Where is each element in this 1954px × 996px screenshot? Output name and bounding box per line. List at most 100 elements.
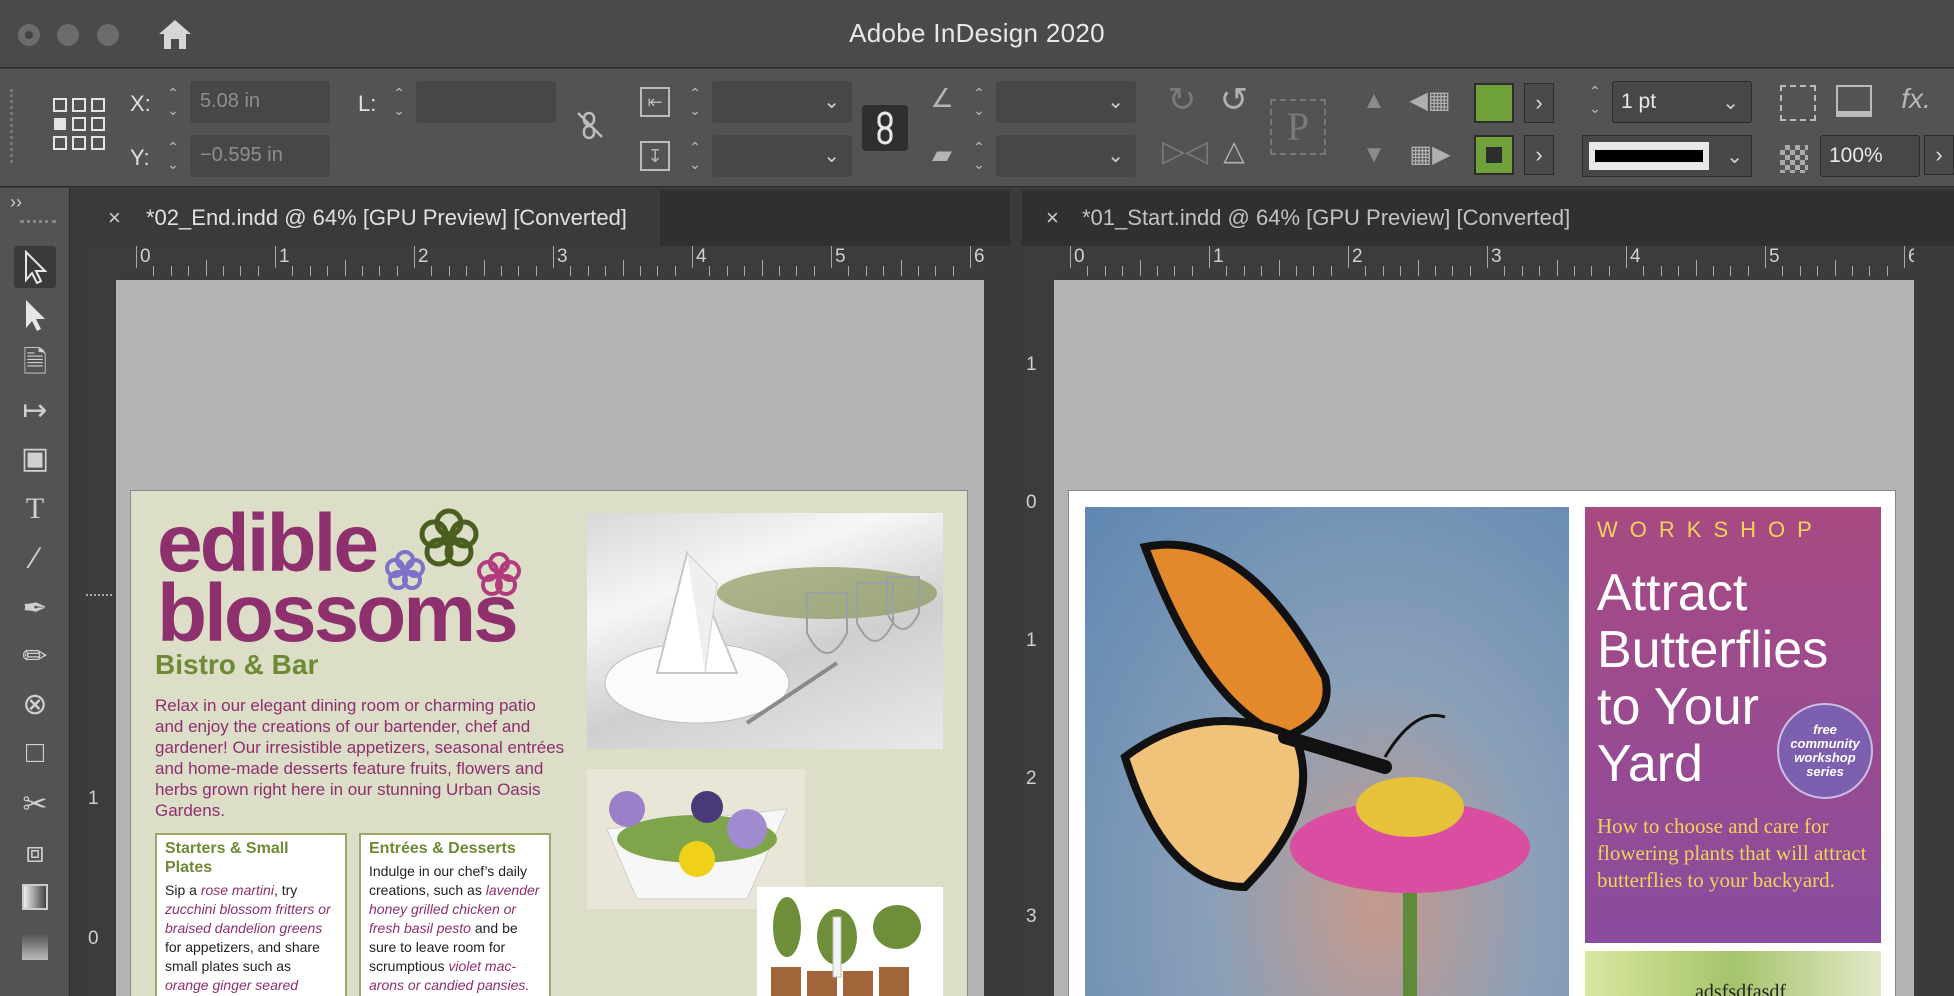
rotation-stepper[interactable]: ⌃ ⌄ — [968, 85, 990, 123]
type-tool-icon[interactable]: T — [14, 488, 56, 530]
select-container-icon[interactable]: ▲ — [1356, 89, 1392, 113]
workshop-subhead: How to choose and care for flowering pla… — [1597, 814, 1867, 892]
free-transform-tool-icon[interactable]: ⧈ — [14, 832, 56, 874]
tab-02-end[interactable]: × *02_End.indd @ 64% [GPU Preview] [Conv… — [84, 190, 660, 246]
gradient-swatch-tool-icon[interactable] — [14, 880, 56, 922]
width-dropdown[interactable]: ⌄ — [712, 81, 852, 123]
tab-01-start[interactable]: × *01_Start.indd @ 64% [GPU Preview] [Co… — [1022, 190, 1606, 246]
herb-plants-photo — [757, 887, 943, 996]
ruler-label: 2 — [1352, 246, 1363, 267]
select-next-object-icon[interactable]: ▦▶ — [1408, 143, 1452, 167]
link-icon[interactable] — [862, 105, 908, 151]
ruler-minor-tick — [1104, 266, 1106, 276]
collapse-panel-icon[interactable]: ›› — [10, 192, 22, 213]
stroke-weight-stepper[interactable]: ⌃ ⌄ — [1584, 83, 1606, 121]
x-stepper[interactable]: ⌃ ⌄ — [162, 85, 184, 123]
vertical-ruler-left[interactable]: 1 0 — [84, 276, 114, 996]
height-icon: ↧ — [640, 141, 670, 171]
ruler-minor-tick — [518, 266, 520, 276]
rotate-counterclockwise-icon[interactable]: ↺ — [1214, 83, 1254, 117]
pen-tool-icon[interactable]: ✒ — [14, 588, 56, 630]
rotation-angle-icon: ∠ — [930, 83, 954, 113]
close-icon[interactable]: × — [1046, 205, 1059, 231]
fill-options-button[interactable]: › — [1524, 83, 1554, 123]
grip-handle[interactable] — [20, 220, 56, 224]
shear-dropdown[interactable]: ⌄ — [996, 135, 1136, 177]
ruler-minor-tick — [1643, 266, 1645, 276]
ruler-minor-tick — [1573, 266, 1575, 276]
ruler-minor-tick — [848, 266, 850, 276]
horizontal-ruler-right[interactable]: 0123456 — [1022, 246, 1936, 276]
page-tool-icon[interactable]: 🗎 — [14, 342, 56, 384]
line-tool-icon[interactable]: ∕ — [14, 538, 56, 580]
ruler-minor-tick — [292, 266, 294, 276]
ruler-minor-tick — [535, 266, 537, 276]
starters-highlight: orange ginger seared scallops or chive f… — [165, 977, 299, 993]
intro-paragraph: Relax in our elegant dining room or char… — [155, 696, 565, 820]
restaurant-subtitle: Bistro & Bar — [155, 649, 319, 680]
content-collector-tool-icon[interactable]: ▣ — [14, 438, 56, 480]
y-field[interactable]: −0.595 in — [190, 135, 330, 177]
ruler-label: 5 — [835, 246, 846, 267]
split-divider[interactable] — [984, 246, 1022, 996]
starters-text: , try — [273, 882, 298, 898]
x-field[interactable]: 5.08 in — [190, 81, 330, 123]
height-dropdown[interactable]: ⌄ — [712, 135, 852, 177]
ruler-minor-tick — [883, 266, 885, 276]
height-stepper[interactable]: ⌃ ⌄ — [684, 139, 706, 177]
gradient-feather-tool-icon[interactable] — [14, 930, 56, 972]
photo-caption: adsfsdfasdf — [1695, 981, 1787, 996]
rotate-clockwise-icon[interactable]: ↻ — [1162, 83, 1202, 117]
fill-swatch[interactable] — [1474, 83, 1514, 123]
chevron-down-icon: ⌄ — [1107, 145, 1124, 167]
ruler-minor-tick — [587, 266, 589, 276]
stroke-type-dropdown[interactable]: ⌄ — [1582, 135, 1752, 177]
l-stepper[interactable]: ⌃ ⌄ — [388, 85, 410, 123]
ruler-minor-tick — [935, 266, 937, 276]
starters-text: Sip a — [165, 882, 201, 898]
l-field[interactable] — [416, 81, 556, 123]
pencil-tool-icon[interactable]: ✏ — [14, 636, 56, 678]
drop-shadow-icon[interactable] — [1836, 85, 1872, 117]
flip-vertical-icon[interactable]: △ — [1214, 137, 1254, 165]
select-previous-object-icon[interactable]: ◀▦ — [1408, 89, 1452, 113]
selection-tool-icon[interactable] — [14, 246, 56, 288]
close-icon[interactable]: × — [108, 205, 121, 231]
horizontal-ruler-left[interactable]: 0 1 2 3 4 5 6 — [84, 246, 984, 276]
y-stepper[interactable]: ⌃ ⌄ — [162, 139, 184, 177]
x-label: X: — [130, 91, 151, 116]
reference-point-icon[interactable] — [52, 97, 106, 151]
effects-fx-icon[interactable]: fx. — [1896, 85, 1936, 113]
width-stepper[interactable]: ⌃ ⌄ — [684, 85, 706, 123]
headline-line: Attract — [1597, 564, 1748, 622]
stroke-swatch[interactable] — [1474, 135, 1514, 175]
stroke-weight-dropdown[interactable]: 1 pt ⌄ — [1612, 81, 1752, 123]
grip-handle[interactable] — [10, 89, 14, 163]
vertical-ruler-right[interactable]: 1 0 1 2 3 — [1022, 276, 1052, 996]
rectangle-frame-tool-icon[interactable]: ⊗ — [14, 684, 56, 726]
chevron-down-icon: ⌄ — [823, 145, 840, 167]
ruler-minor-tick — [796, 266, 798, 276]
direct-selection-tool-icon[interactable] — [14, 294, 56, 336]
ruler-minor-tick — [466, 266, 468, 276]
rotation-dropdown[interactable]: ⌄ — [996, 81, 1136, 123]
scissors-tool-icon[interactable]: ✂ — [14, 784, 56, 826]
ruler-minor-tick — [813, 266, 815, 276]
ruler-minor-tick — [309, 266, 311, 276]
opacity-options-button[interactable]: › — [1924, 135, 1954, 175]
flip-horizontal-icon[interactable]: ▷◁ — [1162, 137, 1208, 167]
gap-tool-icon[interactable]: ↦ — [14, 390, 56, 432]
rectangle-tool-icon[interactable]: □ — [14, 732, 56, 774]
headline-line: Butterflies — [1597, 621, 1829, 679]
ruler-minor-tick — [483, 260, 485, 276]
chevron-down-icon: ⌄ — [1722, 92, 1739, 114]
ruler-label: 1 — [1026, 354, 1037, 375]
opacity-field[interactable]: 100% — [1820, 135, 1920, 177]
select-content-icon[interactable]: ▼ — [1356, 143, 1392, 167]
ruler-minor-tick — [1243, 266, 1245, 276]
stroke-options-button[interactable]: › — [1524, 135, 1554, 175]
frame-fitting-icon[interactable] — [1780, 85, 1816, 121]
constrain-proportions-icon[interactable] — [574, 109, 606, 141]
shear-stepper[interactable]: ⌃ ⌄ — [968, 139, 990, 177]
vertical-scrollbar[interactable] — [1914, 246, 1940, 996]
